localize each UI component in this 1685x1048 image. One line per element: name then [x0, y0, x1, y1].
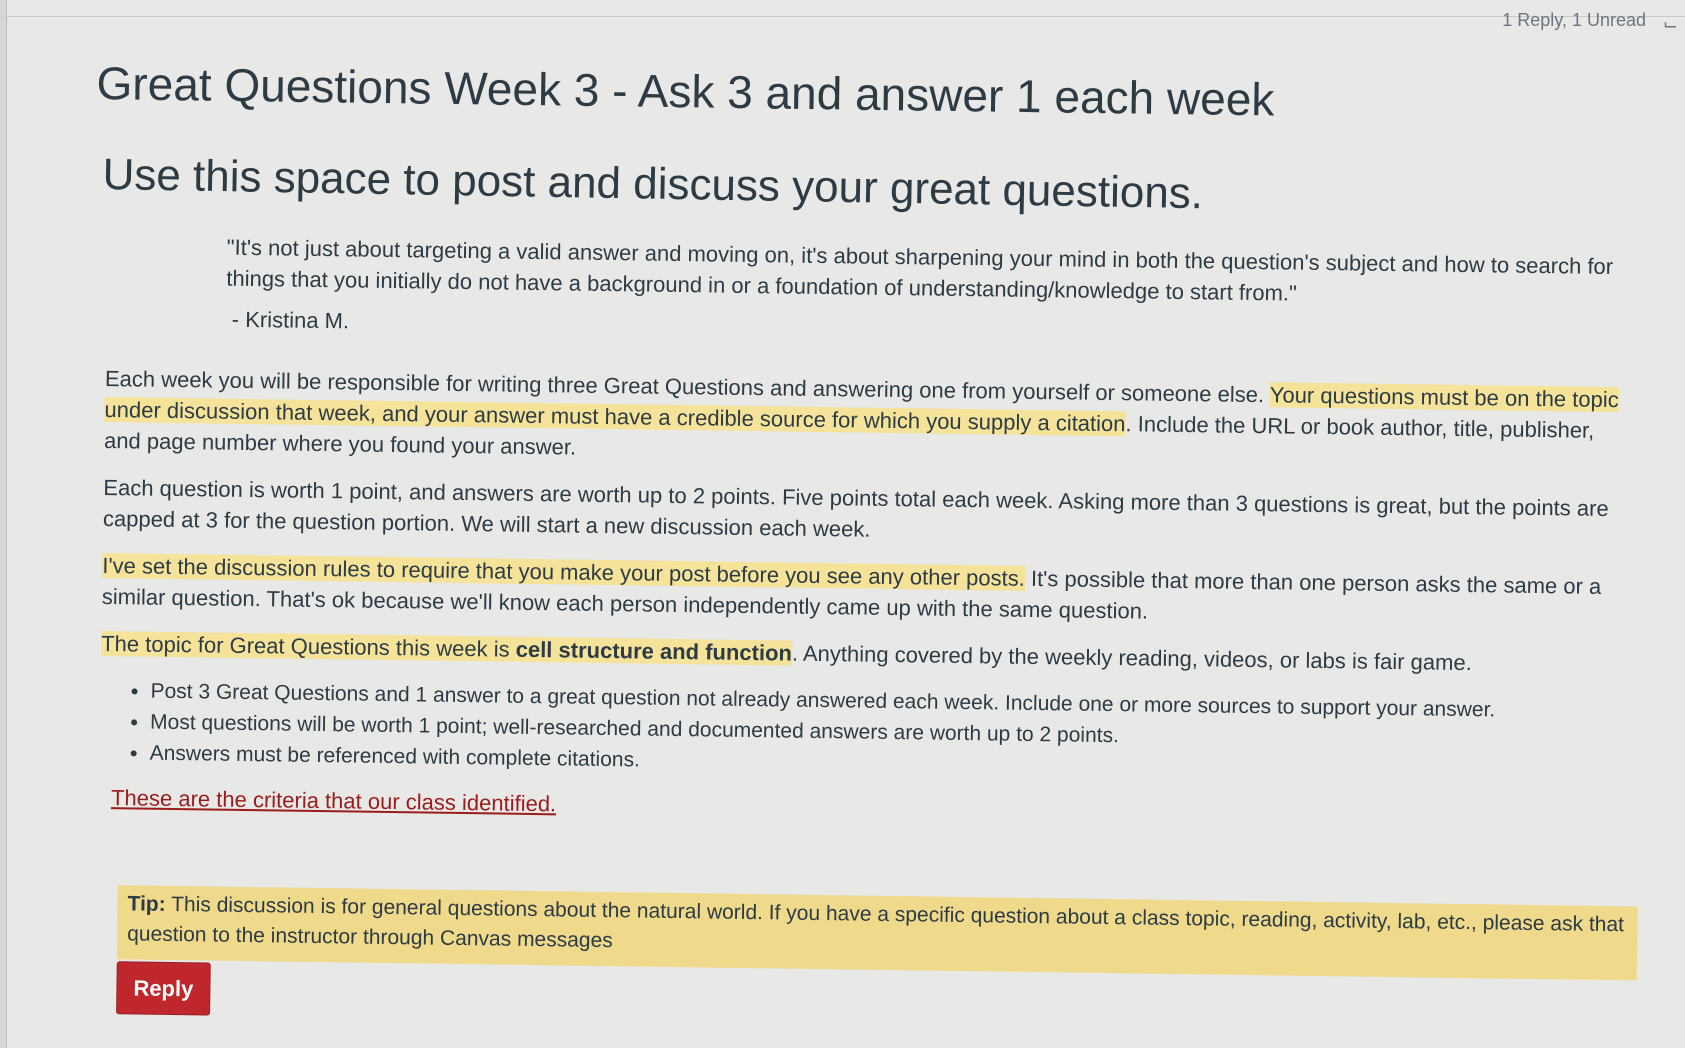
topic-name: cell structure and function — [515, 636, 793, 666]
criteria-link-line: These are the criteria that our class id… — [111, 782, 1659, 835]
tip-label: Tip: — [127, 892, 166, 916]
instructions-paragraph: Each week you will be responsible for wr… — [104, 363, 1625, 477]
topic-text: . Anything covered by the weekly reading… — [791, 640, 1472, 676]
quote-text: "It's not just about targeting a valid a… — [226, 234, 1614, 306]
bookmark-icon[interactable]: ⌙ — [1663, 14, 1678, 35]
tip-box: Tip: This discussion is for general ques… — [116, 885, 1638, 981]
reply-button[interactable]: Reply — [116, 961, 211, 1016]
criteria-link[interactable]: These are the criteria that our class id… — [111, 785, 556, 816]
top-divider — [7, 16, 1685, 17]
discussion-page: 1 Reply, 1 Unread ⌙ Great Questions Week… — [6, 0, 1685, 1048]
discussion-title: Great Questions Week 3 - Ask 3 and answe… — [96, 56, 1275, 126]
topic-highlight: The topic for Great Questions this week … — [101, 630, 516, 662]
tip-text: This discussion is for general questions… — [127, 892, 1625, 953]
points-paragraph: Each question is worth 1 point, and answ… — [102, 474, 1609, 542]
discussion-subtitle: Use this space to post and discuss your … — [102, 150, 1204, 219]
reply-count: 1 Reply, 1 Unread — [1502, 10, 1646, 30]
rules-paragraph: I've set the discussion rules to require… — [102, 550, 1623, 633]
quote-attribution: - Kristina M. — [231, 306, 350, 334]
requirements-list: Post 3 Great Questions and 1 answer to a… — [119, 675, 1660, 789]
discussion-body: "It's not just about targeting a valid a… — [96, 230, 1667, 1036]
topic-paragraph: The topic for Great Questions this week … — [101, 628, 1621, 680]
